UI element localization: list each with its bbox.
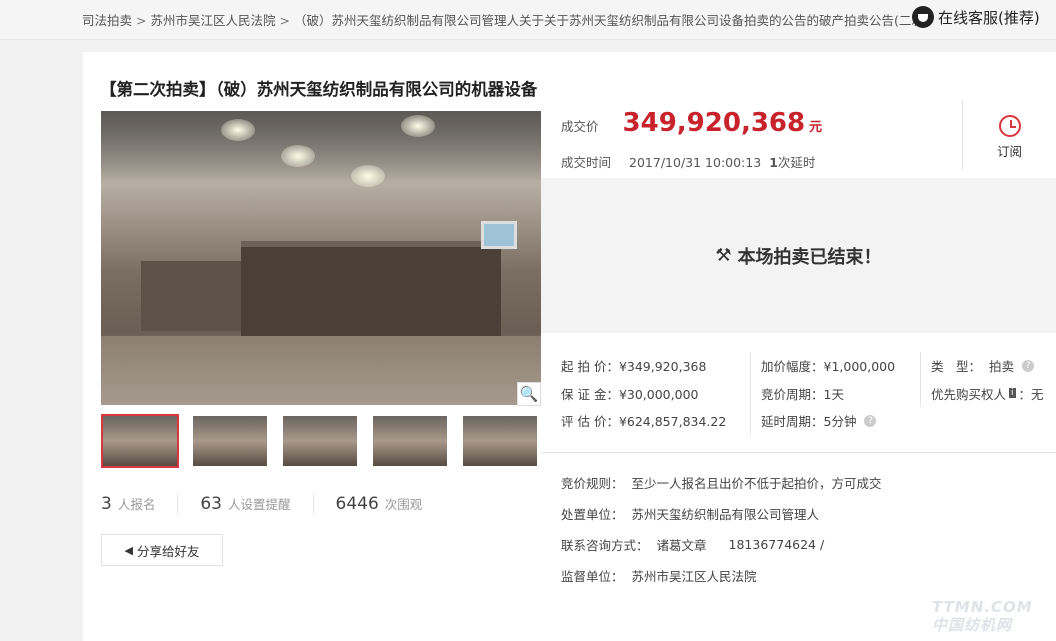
deposit: 保 证 金：¥30,000,000 bbox=[561, 386, 699, 402]
priority-value: 无 bbox=[1031, 386, 1044, 402]
page-title: 【第二次拍卖】（破）苏州天玺纺织制品有限公司的机器设备 bbox=[100, 80, 538, 99]
subscribe-button[interactable]: 订阅 bbox=[962, 100, 1056, 170]
estimate-price: 评 估 价：¥624,857,834.22 bbox=[561, 414, 727, 430]
supervisor-label: 监督单位： bbox=[561, 569, 624, 584]
extend-label: 次延时 bbox=[777, 155, 816, 170]
breadcrumb-item-court[interactable]: 苏州市吴江区人民法院 bbox=[151, 13, 276, 28]
supervisor-value: 苏州市吴江区人民法院 bbox=[631, 569, 757, 584]
deal-price-label: 成交价 bbox=[561, 119, 599, 134]
increment: 加价幅度：¥1,000,000 bbox=[761, 359, 896, 375]
help-icon[interactable]: ? bbox=[1022, 359, 1035, 372]
stat-reminders: 63 人设置提醒 bbox=[200, 494, 314, 514]
contact-row: 联系咨询方式： 诸葛文章 18136774624 / bbox=[561, 529, 1056, 560]
watermark-line: TTMN.COM bbox=[932, 598, 1033, 616]
stat-label: 人设置提醒 bbox=[227, 497, 291, 512]
customer-service-icon bbox=[912, 6, 934, 28]
gavel-icon: ⚒ bbox=[715, 245, 732, 266]
breadcrumb-separator: > bbox=[136, 13, 147, 28]
type-row: 类 型： 拍卖? bbox=[931, 352, 1044, 380]
stat-number: 3 bbox=[101, 494, 112, 514]
stat-label: 人报名 bbox=[117, 497, 156, 512]
extend-period: 延时周期：5分钟 bbox=[761, 414, 857, 430]
extend-period-row: 延时周期：5分钟? bbox=[761, 407, 895, 435]
watermark-line: 中国纺机网 bbox=[932, 616, 1013, 634]
priority-row: 优先购买权人 i：无 bbox=[931, 380, 1044, 408]
main-item-photo[interactable] bbox=[101, 111, 541, 405]
contact-phone: 18136774624 / bbox=[728, 537, 825, 552]
start-price: 起 拍 价：¥349,920,368 bbox=[561, 359, 707, 375]
stat-label: 次围观 bbox=[384, 497, 423, 512]
breadcrumb-item-judicial-auction[interactable]: 司法拍卖 bbox=[82, 13, 132, 28]
supervisor-row: 监督单位： 苏州市吴江区人民法院 bbox=[561, 560, 1056, 591]
online-service-button[interactable]: 在线客服(推荐) bbox=[912, 6, 1040, 28]
watermark-logo: TTMN.COM 中国纺机网 bbox=[932, 598, 1033, 634]
unit-row: 处置单位： 苏州天玺纺织制品有限公司管理人 bbox=[561, 498, 1056, 529]
share-button[interactable]: ◀ 分享给好友 bbox=[101, 534, 223, 566]
priority-label: 优先购买权人 bbox=[931, 386, 1007, 402]
breadcrumb: 司法拍卖 > 苏州市吴江区人民法院 > （破）苏州天玺纺织制品有限公司管理人关于关于苏州… bbox=[82, 10, 929, 29]
breadcrumb-separator: > bbox=[279, 13, 290, 28]
subscribe-label: 订阅 bbox=[996, 144, 1022, 159]
price-attributes: 起 拍 价：¥349,920,368 保 证 金：¥30,000,000 评 估… bbox=[561, 352, 726, 435]
thumbnail[interactable] bbox=[101, 414, 179, 468]
unit-value: 苏州天玺纺织制品有限公司管理人 bbox=[631, 507, 820, 522]
thumbnail-strip bbox=[101, 414, 539, 468]
stat-number: 6446 bbox=[335, 494, 379, 514]
type-label: 类 型： bbox=[931, 359, 982, 375]
info-badge-icon[interactable]: i bbox=[1009, 388, 1016, 399]
unit-label: 处置单位： bbox=[561, 507, 624, 522]
type-value: 拍卖 bbox=[989, 359, 1015, 375]
thumbnail[interactable] bbox=[191, 414, 269, 468]
share-label: 分享给好友 bbox=[136, 543, 200, 559]
stat-registrations: 3 人报名 bbox=[101, 494, 179, 514]
alarm-clock-icon bbox=[998, 115, 1021, 137]
auction-stats: 3 人报名 63 人设置提醒 6446 次围观 bbox=[101, 494, 466, 514]
rule-row: 竞价规则： 至少一人报名且出价不低于起拍价，方可成交 bbox=[561, 467, 1056, 498]
help-icon[interactable]: ? bbox=[864, 414, 877, 427]
online-service-label: 在线客服(推荐) bbox=[938, 8, 1040, 27]
extend-count: 1 bbox=[769, 155, 778, 170]
deal-price-row: 成交价 349,920,368 元 bbox=[561, 108, 822, 138]
deal-price-unit: 元 bbox=[809, 120, 823, 135]
rule-value: 至少一人报名且出价不低于起拍价，方可成交 bbox=[631, 476, 882, 491]
deal-price-value: 349,920,368 bbox=[622, 108, 806, 138]
zoom-icon[interactable]: 🔍 bbox=[517, 382, 541, 406]
deal-time-value: 2017/10/31 10:00:13 bbox=[629, 155, 762, 170]
thumbnail[interactable] bbox=[461, 414, 539, 468]
share-icon: ◀ bbox=[124, 543, 133, 557]
top-bar: 司法拍卖 > 苏州市吴江区人民法院 > （破）苏州天玺纺织制品有限公司管理人关于关于苏州… bbox=[0, 0, 1056, 40]
bid-period: 竞价周期：1天 bbox=[761, 386, 844, 402]
thumbnail[interactable] bbox=[281, 414, 359, 468]
stat-views: 6446 次围观 bbox=[336, 494, 445, 514]
type-attributes: 类 型： 拍卖? 优先购买权人 i：无 bbox=[920, 352, 1044, 407]
auction-ended-banner: ⚒ 本场拍卖已结束！ bbox=[541, 178, 1056, 333]
contact-name: 诸葛文章 bbox=[656, 538, 707, 553]
rule-label: 竞价规则： bbox=[561, 476, 624, 491]
contact-label: 联系咨询方式： bbox=[561, 538, 649, 553]
auction-ended-text: 本场拍卖已结束！ bbox=[737, 246, 882, 268]
deal-time-label: 成交时间 bbox=[561, 155, 612, 170]
auction-info: 竞价规则： 至少一人报名且出价不低于起拍价，方可成交 处置单位： 苏州天玺纺织制品有… bbox=[541, 452, 1056, 591]
deal-time-row: 成交时间 2017/10/31 10:00:13 1次延时 bbox=[561, 152, 815, 171]
breadcrumb-item-announcement[interactable]: （破）苏州天玺纺织制品有限公司管理人关于关于苏州天玺纺织制品有限公司设备拍卖的公… bbox=[294, 13, 929, 28]
stat-number: 63 bbox=[200, 494, 222, 514]
thumbnail[interactable] bbox=[371, 414, 449, 468]
bidding-attributes: 加价幅度：¥1,000,000 竞价周期：1天 延时周期：5分钟? bbox=[750, 352, 895, 435]
